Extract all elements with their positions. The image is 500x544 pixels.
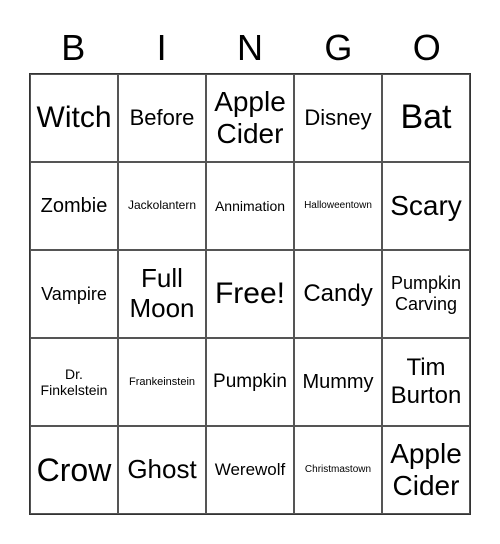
- cell-label: Annimation: [214, 197, 286, 214]
- cell-label: Vampire: [41, 283, 107, 304]
- cell-label: Free!: [214, 276, 286, 310]
- bingo-cell[interactable]: Candy: [294, 250, 382, 338]
- bingo-cell[interactable]: Disney: [294, 74, 382, 162]
- cell-label: Dr. Finkelstein: [40, 365, 108, 398]
- bingo-cell[interactable]: Apple Cider: [382, 426, 470, 514]
- cell-label: Halloweentown: [304, 200, 372, 212]
- header-letter: B: [61, 27, 86, 68]
- bingo-cell[interactable]: Crow: [30, 426, 118, 514]
- cell-label: Frankeinstein: [128, 375, 196, 388]
- bingo-cell[interactable]: Dr. Finkelstein: [30, 338, 118, 426]
- cell-label: Crow: [36, 451, 112, 488]
- bingo-cell[interactable]: Mummy: [294, 338, 382, 426]
- cell-label: Before: [129, 105, 195, 131]
- cell-label: Candy: [303, 280, 373, 308]
- cell-label: Apple Cider: [390, 437, 462, 501]
- cell-label: Tim Burton: [390, 354, 462, 409]
- bingo-cell[interactable]: Pumpkin Carving: [382, 250, 470, 338]
- bingo-cell[interactable]: Frankeinstein: [118, 338, 206, 426]
- bingo-cell[interactable]: Tim Burton: [382, 338, 470, 426]
- bingo-cell[interactable]: Scary: [382, 162, 470, 250]
- bingo-cell[interactable]: Halloweentown: [294, 162, 382, 250]
- cell-label: Bat: [400, 98, 452, 137]
- header-letter: N: [236, 27, 263, 68]
- bingo-header: B I N G O: [29, 26, 471, 70]
- cell-label: Ghost: [127, 454, 197, 485]
- cell-label: Mummy: [302, 370, 374, 393]
- header-letter: G: [324, 27, 353, 68]
- bingo-cell[interactable]: Jackolantern: [118, 162, 206, 250]
- cell-label: Pumpkin: [213, 371, 287, 393]
- bingo-cell[interactable]: Zombie: [30, 162, 118, 250]
- bingo-cell[interactable]: Werewolf: [206, 426, 294, 514]
- bingo-cell[interactable]: Witch: [30, 74, 118, 162]
- bingo-grid: Witch Before Apple Cider Disney Bat Zombie Jac…: [29, 73, 471, 515]
- header-letter: O: [412, 27, 441, 68]
- bingo-cell[interactable]: Vampire: [30, 250, 118, 338]
- bingo-cell[interactable]: Free!: [206, 250, 294, 338]
- cell-label: Werewolf: [214, 460, 286, 480]
- bingo-cell[interactable]: Annimation: [206, 162, 294, 250]
- cell-label: Scary: [390, 189, 462, 221]
- bingo-cell[interactable]: Christmastown: [294, 426, 382, 514]
- bingo-cell[interactable]: Pumpkin: [206, 338, 294, 426]
- cell-label: Pumpkin Carving: [390, 273, 462, 314]
- cell-label: Zombie: [40, 194, 108, 217]
- cell-label: Christmastown: [304, 464, 372, 476]
- bingo-cell[interactable]: Apple Cider: [206, 74, 294, 162]
- cell-label: Witch: [36, 100, 112, 134]
- cell-label: Disney: [304, 105, 372, 131]
- cell-label: Jackolantern: [127, 198, 197, 213]
- bingo-cell[interactable]: Ghost: [118, 426, 206, 514]
- cell-label: Full Moon: [129, 263, 195, 323]
- header-letter: I: [156, 27, 167, 68]
- bingo-cell[interactable]: Before: [118, 74, 206, 162]
- cell-label: Apple Cider: [214, 85, 286, 149]
- bingo-cell[interactable]: Full Moon: [118, 250, 206, 338]
- bingo-cell[interactable]: Bat: [382, 74, 470, 162]
